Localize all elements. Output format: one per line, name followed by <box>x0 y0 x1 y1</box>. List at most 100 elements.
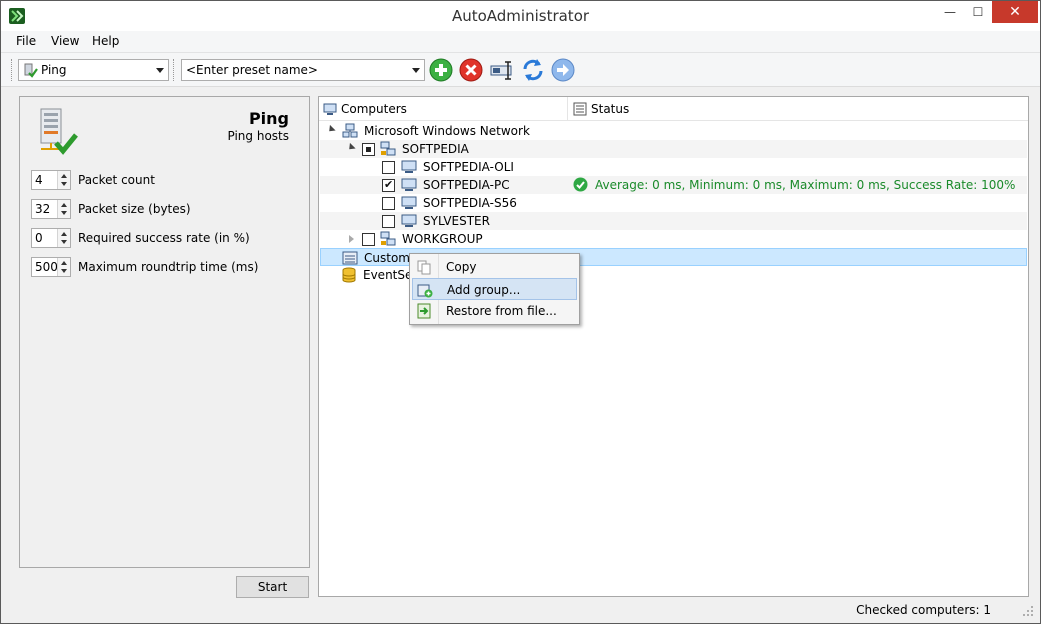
roundtrip-stepper[interactable]: 500 <box>31 257 71 277</box>
tree-node-label: Custom <box>364 251 410 265</box>
context-menu: Copy Add group... Restore from file... <box>409 253 580 325</box>
stepper-buttons[interactable] <box>57 258 70 276</box>
menu-item-restore-from-file[interactable]: Restore from file... <box>412 300 577 322</box>
minimize-button[interactable]: — <box>936 1 964 23</box>
computers-tree[interactable]: Computers Status Microsoft Windows Netwo… <box>318 96 1029 597</box>
workgroup-icon <box>380 231 396 246</box>
list-icon <box>573 102 587 116</box>
stepper-buttons[interactable] <box>57 171 70 189</box>
roundtrip-label: Maximum roundtrip time (ms) <box>78 260 259 274</box>
success-rate-value: 0 <box>35 231 43 245</box>
menu-item-label: Add group... <box>447 283 521 297</box>
title-bar[interactable]: AutoAdministrator — ☐ ✕ <box>1 1 1040 31</box>
tree-node-computer[interactable]: SOFTPEDIA-OLI <box>320 158 1027 176</box>
spin-up-icon[interactable] <box>61 232 67 236</box>
forward-button[interactable] <box>550 57 576 83</box>
packet-size-stepper[interactable]: 32 <box>31 199 71 219</box>
tree-node-label: SOFTPEDIA-OLI <box>423 160 514 174</box>
success-check-icon <box>573 177 588 192</box>
computer-icon <box>401 214 417 227</box>
status-bar: Checked computers: 1 <box>1 599 1040 623</box>
tree-node-softpedia[interactable]: SOFTPEDIA <box>320 140 1027 158</box>
spin-down-icon[interactable] <box>61 211 67 215</box>
chevron-down-icon <box>412 68 420 73</box>
workgroup-icon <box>380 141 396 156</box>
toolbar-grip[interactable] <box>11 59 14 81</box>
rename-icon <box>490 61 512 80</box>
tree-node-computer[interactable]: SOFTPEDIA-S56 <box>320 194 1027 212</box>
app-window: AutoAdministrator — ☐ ✕ File View Help P… <box>0 0 1041 624</box>
toolbar-grip[interactable] <box>173 59 176 81</box>
computer-icon <box>401 178 417 191</box>
ping-status-text: Average: 0 ms, Minimum: 0 ms, Maximum: 0… <box>595 178 1016 192</box>
spin-down-icon[interactable] <box>61 269 67 273</box>
computer-checkbox[interactable] <box>382 161 395 174</box>
spin-down-icon[interactable] <box>61 182 67 186</box>
column-computers-label: Computers <box>341 102 407 116</box>
computer-icon <box>401 196 417 209</box>
tree-node-label: SYLVESTER <box>423 214 490 228</box>
tree-node-workgroup[interactable]: WORKGROUP <box>320 230 1027 248</box>
tree-header: Computers Status <box>319 97 1028 121</box>
copy-icon <box>417 260 431 275</box>
expanded-arrow-icon[interactable] <box>346 142 356 153</box>
computer-checkbox[interactable] <box>382 178 395 192</box>
refresh-button[interactable] <box>520 57 546 83</box>
chevron-down-icon <box>156 68 164 73</box>
tree-node-label: SOFTPEDIA <box>402 142 469 156</box>
computer-icon <box>323 103 337 115</box>
start-button[interactable]: Start <box>236 576 309 598</box>
menu-bar: File View Help <box>1 31 1040 53</box>
resize-grip-icon[interactable] <box>1022 605 1034 617</box>
menu-file[interactable]: File <box>16 34 36 48</box>
network-icon <box>342 123 358 138</box>
workgroup-checkbox[interactable] <box>362 233 375 246</box>
custom-group-icon <box>342 251 358 265</box>
column-status-label: Status <box>591 102 630 116</box>
computer-checkbox[interactable] <box>382 215 395 228</box>
tree-node-label: SOFTPEDIA-PC <box>423 178 510 192</box>
tree-node-computer[interactable]: SYLVESTER <box>320 212 1027 230</box>
refresh-icon <box>523 59 543 81</box>
database-icon <box>342 267 356 283</box>
task-settings-panel: Ping Ping hosts 4 Packet count 32 Packet… <box>19 96 310 568</box>
stepper-buttons[interactable] <box>57 229 70 247</box>
delete-icon <box>459 58 483 82</box>
computer-checkbox[interactable] <box>382 197 395 210</box>
task-select[interactable]: Ping <box>18 59 169 81</box>
preset-name-combo[interactable]: <Enter preset name> <box>181 59 425 81</box>
menu-item-label: Restore from file... <box>446 304 557 318</box>
packet-size-value: 32 <box>35 202 51 216</box>
menu-view[interactable]: View <box>51 34 79 48</box>
window-title: AutoAdministrator <box>451 7 590 25</box>
packet-size-label: Packet size (bytes) <box>78 202 191 216</box>
spin-up-icon[interactable] <box>61 174 67 178</box>
packet-count-stepper[interactable]: 4 <box>31 170 71 190</box>
task-subtitle: Ping hosts <box>227 129 290 143</box>
spin-down-icon[interactable] <box>61 240 67 244</box>
stepper-buttons[interactable] <box>57 200 70 218</box>
tree-node-network[interactable]: Microsoft Windows Network <box>320 122 1027 140</box>
menu-help[interactable]: Help <box>92 34 119 48</box>
tree-node-computer[interactable]: SOFTPEDIA-PC Average: 0 ms, Minimum: 0 m… <box>320 176 1027 194</box>
menu-item-add-group[interactable]: Add group... <box>412 278 577 300</box>
close-button[interactable]: ✕ <box>992 1 1038 23</box>
packet-size-row: 32 Packet size (bytes) <box>31 199 191 219</box>
column-header-status[interactable]: Status <box>573 97 629 121</box>
expanded-arrow-icon[interactable] <box>326 124 336 135</box>
softpedia-checkbox[interactable] <box>362 143 375 156</box>
success-rate-stepper[interactable]: 0 <box>31 228 71 248</box>
delete-preset-button[interactable] <box>458 57 484 83</box>
add-preset-button[interactable] <box>428 57 454 83</box>
rename-preset-button[interactable] <box>490 57 516 83</box>
spin-up-icon[interactable] <box>61 261 67 265</box>
collapsed-arrow-icon[interactable] <box>349 235 354 243</box>
menu-item-copy[interactable]: Copy <box>412 256 577 278</box>
column-header-computers[interactable]: Computers <box>323 97 568 121</box>
add-icon <box>429 58 453 82</box>
packet-count-label: Packet count <box>78 173 155 187</box>
add-group-icon <box>417 284 433 298</box>
spin-up-icon[interactable] <box>61 203 67 207</box>
ping-task-icon <box>24 63 38 78</box>
maximize-button[interactable]: ☐ <box>964 1 992 23</box>
